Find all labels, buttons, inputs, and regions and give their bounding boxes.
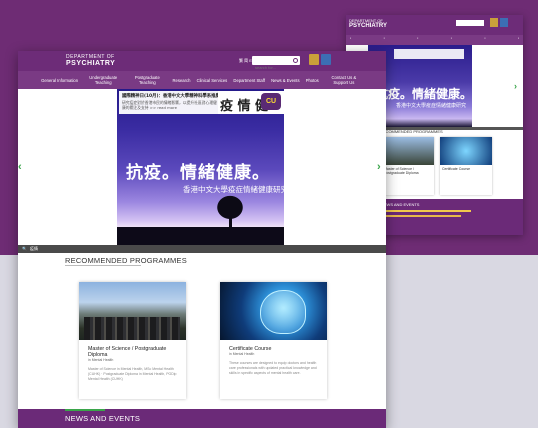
back-card-image (382, 137, 434, 165)
back-nav-item[interactable]: ▪ (484, 36, 485, 44)
hero-subtitle: 香港中文大學疫症情緒健康研究 (183, 185, 284, 194)
back-news-title: NEWS AND EVENTS (381, 202, 420, 207)
back-partner-icon (500, 18, 508, 27)
back-nav-item[interactable]: ▪ (451, 36, 452, 44)
hero-caption-strip: 🔍 疫情 (18, 245, 386, 253)
back-notice (394, 49, 464, 59)
back-nav-item[interactable]: ▪ (384, 36, 385, 44)
site-header: DEPARTMENT OF PSYCHIATRY 繁 简 EN (18, 51, 386, 72)
site-logo[interactable]: DEPARTMENT OF PSYCHIATRY (66, 54, 115, 68)
hero-title: 抗疫。情緒健康。 (126, 163, 270, 183)
news-title: NEWS AND EVENTS (65, 414, 141, 423)
card-description: Master of Science in Mental Health, MSc … (88, 367, 177, 381)
back-news-link[interactable] (381, 210, 471, 212)
back-logo-line2: PSYCHIATRY (349, 23, 388, 29)
programme-card-msc[interactable]: Master of Science / Postgraduate Diploma… (79, 282, 186, 399)
back-card-image (440, 137, 492, 165)
card-image-graduation (79, 282, 186, 340)
back-recommended-title: RECOMMENDED PROGRAMMES (380, 129, 443, 134)
back-card-msc[interactable]: Master of Science / Postgraduate Diploma (382, 137, 434, 195)
back-card-title: Master of Science / Postgraduate Diploma (384, 167, 419, 175)
card-title: Master of Science / Postgraduate Diploma (88, 346, 167, 358)
back-nav: ▪ ▪ ▪ ▪ ▪ ▪ (346, 35, 523, 45)
search-box (252, 56, 300, 72)
back-news-link[interactable] (381, 215, 461, 217)
card-title: Certificate Course (229, 346, 272, 352)
programme-card-certificate[interactable]: Certificate Course in Mental Health Thes… (220, 282, 327, 399)
tree-trunk (229, 215, 232, 229)
back-award-icon (490, 18, 498, 27)
back-search-input[interactable] (456, 20, 484, 26)
back-nav-item[interactable]: ▪ (518, 36, 519, 44)
main-browser-window: DEPARTMENT OF PSYCHIATRY 繁 简 EN General … (18, 51, 386, 428)
recommended-title: RECOMMENDED PROGRAMMES (65, 256, 187, 265)
logo-line2: PSYCHIATRY (66, 60, 116, 67)
campaign-badge: 疫 情 健 CU (218, 91, 284, 114)
card-description: These courses are designed to equip doct… (229, 361, 317, 375)
card-image-brain (220, 282, 327, 340)
nav-general-information[interactable]: General Information (41, 78, 78, 83)
award-icon[interactable] (309, 54, 319, 65)
carousel-next-icon[interactable]: › (377, 161, 381, 173)
back-hero-subtitle: 香港中文大學疫症情緒健康研究 (396, 103, 467, 109)
back-hero-title: 抗疫。情緒健康。 (376, 87, 473, 101)
magnifier-icon[interactable]: 🔍 (22, 246, 27, 251)
nav-clinical-services[interactable]: Clinical Services (197, 78, 228, 83)
nav-research[interactable]: Research (173, 78, 191, 83)
search-icon[interactable] (293, 58, 298, 63)
nav-contact-support[interactable]: Contact Us & Support Us (325, 75, 363, 85)
carousel-prev-icon[interactable]: ‹ (18, 161, 22, 173)
search-input[interactable] (252, 63, 292, 72)
nav-department-staff[interactable]: Department Staff (233, 78, 265, 83)
news-events-section: NEWS AND EVENTS (18, 409, 386, 428)
back-header: DEPARTMENT OF PSYCHIATRY (346, 15, 523, 35)
cu-logo-icon: CU (261, 93, 281, 110)
back-nav-item[interactable]: ▪ (417, 36, 418, 44)
notice-description: 研究疫症對於香港市民的情緒影響，以提升社區對心理健康的關注及支持 >> read… (122, 100, 217, 110)
nav-postgraduate-teaching[interactable]: Postgraduate Teaching (128, 75, 166, 85)
nav-news-events[interactable]: News & Events (271, 78, 299, 83)
section-divider (65, 265, 141, 266)
news-accent-line (65, 409, 105, 411)
back-nav-item[interactable]: ▪ (350, 36, 351, 44)
caption-label: 疫情 (30, 246, 38, 251)
back-arrow-right-icon[interactable]: › (514, 81, 517, 91)
nav-photos[interactable]: Photos (306, 78, 319, 83)
nav-undergraduate-teaching[interactable]: Undergraduate Teaching (84, 75, 122, 85)
back-card-title: Certificate Course (442, 167, 471, 171)
partner-logo-icon[interactable] (321, 54, 331, 65)
back-logo: DEPARTMENT OF PSYCHIATRY (349, 18, 387, 30)
back-card-cert[interactable]: Certificate Course (440, 137, 492, 195)
main-nav: General Information Undergraduate Teachi… (18, 71, 386, 89)
